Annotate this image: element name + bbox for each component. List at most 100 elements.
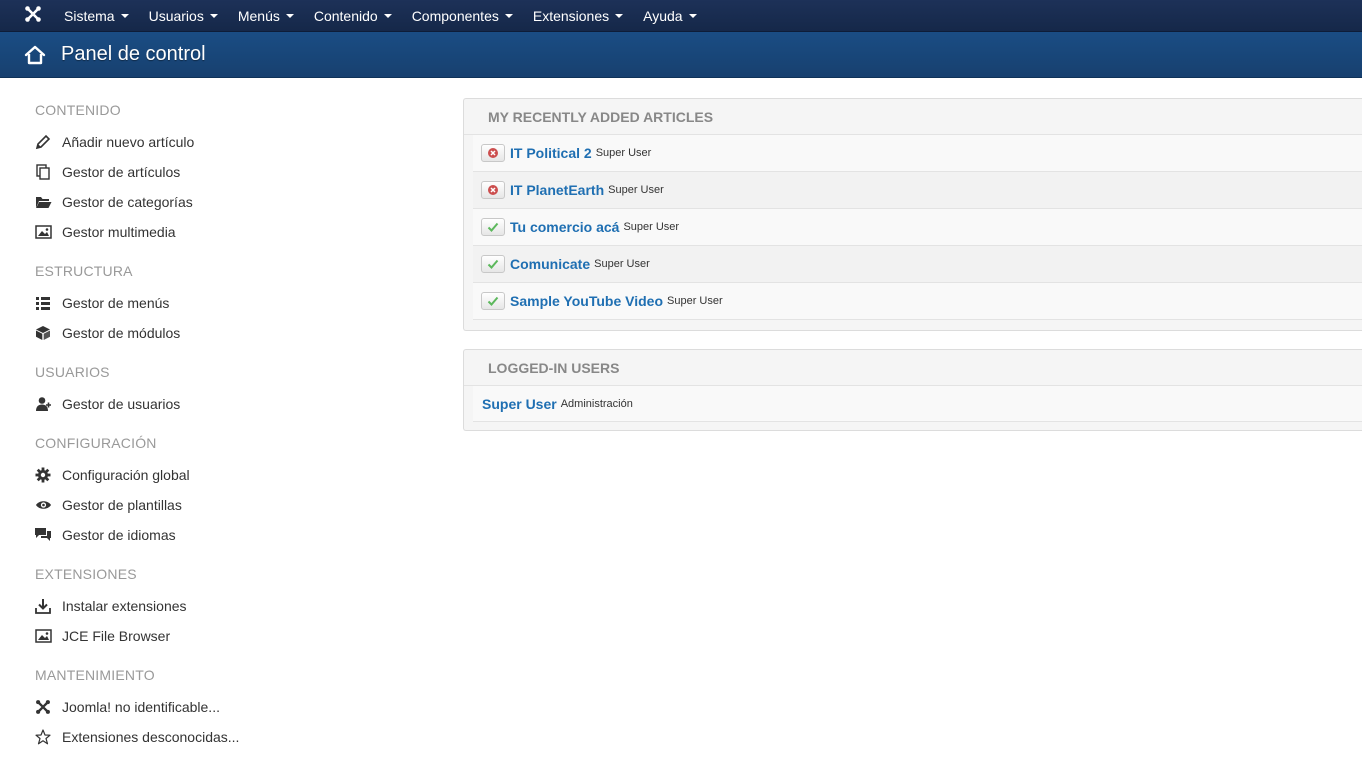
article-row: IT Political 2 Super User <box>473 135 1362 172</box>
sidebar-item-templates[interactable]: Gestor de plantillas <box>34 494 182 516</box>
module-body: Super User Administración <box>464 386 1362 430</box>
article-author: Super User <box>594 258 650 270</box>
recent-articles-module: MY RECENTLY ADDED ARTICLES IT Political … <box>463 98 1362 331</box>
sidebar-item-languages[interactable]: Gestor de idiomas <box>34 524 176 546</box>
published-status-button[interactable] <box>481 292 505 310</box>
copy-icon <box>34 163 52 181</box>
sidebar-item-label: Añadir nuevo artículo <box>62 134 195 150</box>
menu-label: Contenido <box>313 7 378 24</box>
section-title-mantenimiento: MANTENIMIENTO <box>35 667 155 683</box>
sidebar-item-label: Gestor de artículos <box>62 164 181 180</box>
article-link[interactable]: IT PlanetEarth <box>510 182 604 198</box>
article-row: Comunicate Super User <box>473 246 1362 283</box>
joomla-icon <box>24 5 42 26</box>
menu-label: Usuarios <box>148 7 204 24</box>
menu-ayuda[interactable]: Ayuda <box>633 0 706 32</box>
unpublished-status-button[interactable] <box>481 144 505 162</box>
logged-in-users-module: LOGGED-IN USERS Super User Administració… <box>463 349 1362 431</box>
article-link[interactable]: Comunicate <box>510 256 590 272</box>
sidebar-item-articles[interactable]: Gestor de artículos <box>34 161 180 183</box>
section-title-configuracion: CONFIGURACIÓN <box>35 435 157 451</box>
menu-contenido[interactable]: Contenido <box>304 0 402 32</box>
section-title-estructura: ESTRUCTURA <box>35 263 133 279</box>
sidebar-item-modules[interactable]: Gestor de módulos <box>34 322 180 344</box>
page-title: Panel de control <box>61 43 206 65</box>
caret-down-icon <box>209 13 218 18</box>
sidebar-item-label: Configuración global <box>62 467 190 483</box>
menu-sistema[interactable]: Sistema <box>54 0 139 32</box>
published-check-icon <box>487 296 499 306</box>
sidebar-item-categories[interactable]: Gestor de categorías <box>34 191 193 213</box>
menu-label: Extensiones <box>532 7 610 24</box>
sidebar-item-label: JCE File Browser <box>62 628 171 644</box>
joomla-logo-button[interactable] <box>12 0 54 32</box>
image-icon <box>34 627 52 645</box>
sidebar-item-media[interactable]: Gestor multimedia <box>34 221 176 243</box>
gear-icon <box>34 466 52 484</box>
article-author: Super User <box>667 295 723 307</box>
article-link[interactable]: Tu comercio acá <box>510 219 619 235</box>
pencil-icon <box>34 133 52 151</box>
sidebar-item-label: Extensiones desconocidas... <box>62 729 240 745</box>
caret-down-icon <box>504 13 513 18</box>
sidebar-item-jce-file-browser[interactable]: JCE File Browser <box>34 625 170 647</box>
sidebar-item-label: Gestor de menús <box>62 295 170 311</box>
published-check-icon <box>487 222 499 232</box>
article-link[interactable]: Sample YouTube Video <box>510 293 663 309</box>
unpublished-status-button[interactable] <box>481 181 505 199</box>
caret-down-icon <box>120 13 129 18</box>
caret-down-icon <box>688 13 697 18</box>
cube-icon <box>34 324 52 342</box>
folder-open-icon <box>34 193 52 211</box>
sidebar-item-label: Gestor de usuarios <box>62 396 181 412</box>
user-link[interactable]: Super User <box>482 396 557 412</box>
section-title-contenido: CONTENIDO <box>35 102 121 118</box>
user-row: Super User Administración <box>473 386 1362 422</box>
download-icon <box>34 597 52 615</box>
sidebar-item-joomla-unidentifiable[interactable]: Joomla! no identificable... <box>34 696 220 718</box>
menu-extensiones[interactable]: Extensiones <box>523 0 633 32</box>
menu-componentes[interactable]: Componentes <box>402 0 523 32</box>
user-role: Administración <box>560 397 633 410</box>
star-icon <box>34 728 52 746</box>
menu-label: Sistema <box>64 7 115 24</box>
article-link[interactable]: IT Political 2 <box>510 145 592 161</box>
caret-down-icon <box>615 13 624 18</box>
sidebar-item-unknown-extensions[interactable]: Extensiones desconocidas... <box>34 726 239 748</box>
menu-usuarios[interactable]: Usuarios <box>139 0 228 32</box>
top-navbar: Sistema Usuarios Menús Contenido Compone… <box>0 0 1362 32</box>
image-icon <box>34 223 52 241</box>
published-status-button[interactable] <box>481 255 505 273</box>
published-check-icon <box>487 259 499 269</box>
sidebar-item-label: Gestor multimedia <box>62 224 176 240</box>
page-header: Panel de control <box>0 32 1362 78</box>
article-row: Sample YouTube Video Super User <box>473 283 1362 320</box>
article-author: Super User <box>595 147 652 159</box>
caret-down-icon <box>383 13 392 18</box>
home-icon <box>22 42 48 68</box>
sidebar-item-add-article[interactable]: Añadir nuevo artículo <box>34 131 194 153</box>
section-title-extensiones: EXTENSIONES <box>35 566 137 582</box>
users-icon <box>34 395 52 413</box>
module-title: LOGGED-IN USERS <box>464 350 1362 386</box>
published-status-button[interactable] <box>481 218 505 236</box>
sidebar-item-users[interactable]: Gestor de usuarios <box>34 393 180 415</box>
section-title-usuarios: USUARIOS <box>35 364 110 380</box>
menu-label: Menús <box>237 7 280 24</box>
sidebar-item-label: Joomla! no identificable... <box>62 699 220 715</box>
sidebar-item-label: Gestor de plantillas <box>62 497 182 513</box>
module-body: IT Political 2 Super User IT PlanetEarth… <box>464 135 1362 330</box>
caret-down-icon <box>285 13 294 18</box>
sidebar: CONTENIDO Añadir nuevo artículo Gestor d… <box>0 78 440 759</box>
sidebar-item-global-config[interactable]: Configuración global <box>34 464 190 486</box>
article-row: Tu comercio acá Super User <box>473 209 1362 246</box>
list-icon <box>34 294 52 312</box>
menu-label: Ayuda <box>643 7 683 24</box>
menu-menus[interactable]: Menús <box>228 0 304 32</box>
sidebar-item-install-extensions[interactable]: Instalar extensiones <box>34 595 187 617</box>
unpublished-icon <box>488 148 498 158</box>
sidebar-item-menus[interactable]: Gestor de menús <box>34 292 169 314</box>
article-author: Super User <box>608 184 664 196</box>
comments-icon <box>34 526 52 544</box>
eye-icon <box>34 496 52 514</box>
